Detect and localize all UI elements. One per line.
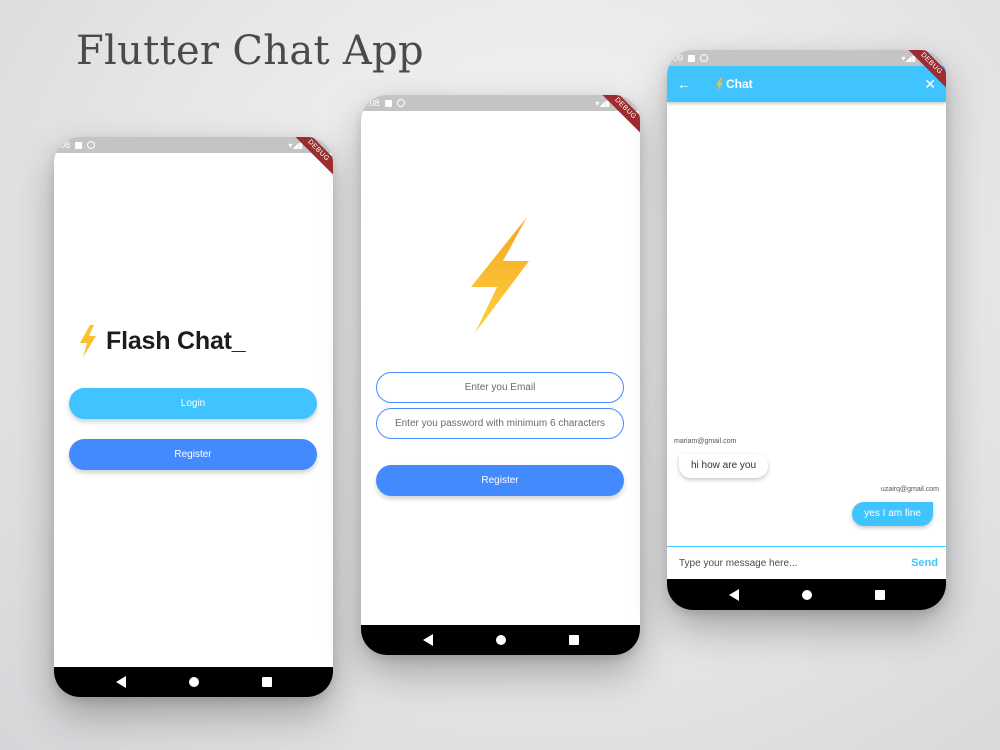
nav-home-icon[interactable] xyxy=(801,589,812,600)
sd-card-icon xyxy=(75,141,83,149)
email-field[interactable]: Enter you Email xyxy=(376,372,624,403)
nav-recents-icon[interactable] xyxy=(261,677,272,687)
message-bubble-sent: yes I am fine xyxy=(852,502,933,526)
welcome-screen: 08 ▾◢▮ DEBUG Flash Chat_ Login Register xyxy=(54,137,333,697)
close-icon[interactable]: ✕ xyxy=(924,76,936,93)
sd-card-icon xyxy=(688,54,696,62)
message-sender: uzairq@gmail.com xyxy=(880,486,939,493)
chat-screen: 09 ▾◢▮ DEBUG ← Chat ✕ mariam@gmail.com h… xyxy=(667,50,946,610)
status-bar: 09 ▾◢▮ xyxy=(667,50,946,66)
android-nav-bar xyxy=(54,667,333,697)
status-bar: 08 ▾◢▮ xyxy=(54,137,333,153)
message-sender: mariam@gmail.com xyxy=(674,438,737,445)
message-bubble-received: hi how are you xyxy=(679,454,769,478)
login-button[interactable]: Login xyxy=(69,388,317,419)
app-bar-title: Chat xyxy=(715,77,753,91)
status-time: 09 xyxy=(673,53,684,63)
nav-recents-icon[interactable] xyxy=(568,635,579,645)
status-time: 08 xyxy=(60,140,71,150)
sync-icon xyxy=(396,99,405,107)
chat-title: Chat xyxy=(726,77,753,91)
brand-title: Flash Chat_ xyxy=(106,326,246,355)
message-input[interactable] xyxy=(679,557,912,569)
nav-home-icon[interactable] xyxy=(495,635,506,645)
register-button[interactable]: Register xyxy=(376,465,624,496)
page-title: Flutter Chat App xyxy=(76,28,424,74)
brand: Flash Chat_ xyxy=(78,325,246,357)
password-field[interactable]: Enter you password with minimum 6 charac… xyxy=(376,408,624,439)
status-bar: :08 ▾◢▮ xyxy=(361,95,640,111)
android-nav-bar xyxy=(667,579,946,610)
lightning-bolt-icon xyxy=(716,77,723,91)
nav-back-icon[interactable] xyxy=(728,588,739,601)
status-time: :08 xyxy=(367,98,380,108)
sd-card-icon xyxy=(384,99,392,107)
send-button[interactable]: Send xyxy=(911,557,938,569)
nav-home-icon[interactable] xyxy=(188,677,199,687)
nav-back-icon[interactable] xyxy=(115,676,126,688)
register-button[interactable]: Register xyxy=(69,439,317,470)
registration-screen: :08 ▾◢▮ DEBUG Enter you Email Enter you … xyxy=(361,95,640,655)
app-bar: ← Chat ✕ xyxy=(667,66,946,102)
nav-recents-icon[interactable] xyxy=(874,589,885,600)
android-nav-bar xyxy=(361,625,640,655)
message-composer: Send xyxy=(667,546,946,579)
sync-icon xyxy=(700,54,709,62)
lightning-bolt-icon xyxy=(80,325,96,357)
arrow-left-icon[interactable]: ← xyxy=(677,76,697,92)
nav-back-icon[interactable] xyxy=(422,634,433,646)
sync-icon xyxy=(87,141,96,149)
lightning-bolt-icon xyxy=(471,217,529,333)
